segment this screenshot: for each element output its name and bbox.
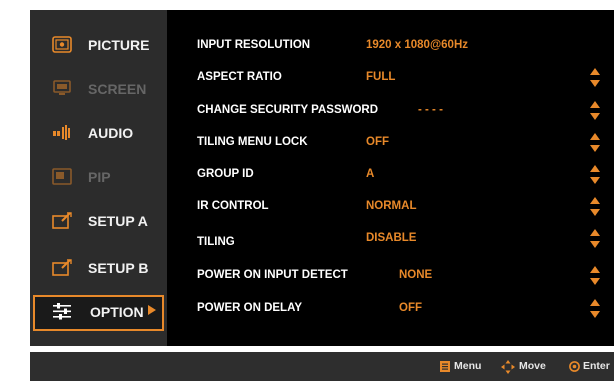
setting-label: TILING [197,236,235,248]
setting-row-tiling[interactable]: TILING DISABLE [167,224,614,252]
enter-icon [569,361,580,372]
setting-label: INPUT RESOLUTION [197,39,311,51]
sidebar-item-label: AUDIO [88,125,134,141]
sidebar-item-label: OPTION [90,304,144,320]
setting-row-input-resolution: INPUT RESOLUTION 1920 x 1080@60Hz [167,31,614,59]
sidebar-item-setup-b[interactable]: SETUP B [33,251,164,285]
setting-row-ir-control[interactable]: IR CONTROL NORMAL [167,192,614,220]
setting-value: 1920 x 1080@60Hz [366,39,469,51]
menu-hint-label: Menu [454,360,482,372]
sidebar-item-audio[interactable]: AUDIO [33,116,164,150]
menu-icon [440,361,450,372]
up-down-arrows-icon[interactable] [590,197,600,216]
setting-row-power-on-delay[interactable]: POWER ON DELAY OFF [167,294,614,322]
option-settings-panel: INPUT RESOLUTION 1920 x 1080@60Hz ASPECT… [167,10,614,346]
sidebar-item-picture[interactable]: PICTURE [33,28,164,62]
setting-value: A [366,168,375,180]
setting-value: DISABLE [366,232,417,244]
sidebar-item-label: SCREEN [88,81,147,97]
up-down-arrows-icon[interactable] [590,266,600,285]
setting-row-power-on-input-detect[interactable]: POWER ON INPUT DETECT NONE [167,261,614,289]
setting-value: OFF [366,136,389,148]
picture-icon [52,36,72,53]
move-hint-label: Move [519,360,546,372]
up-down-arrows-icon[interactable] [590,68,600,87]
sidebar-item-screen[interactable]: SCREEN [33,72,164,106]
sidebar-item-setup-a[interactable]: SETUP A [33,204,164,238]
setting-label: IR CONTROL [197,200,269,212]
setting-row-tiling-menu-lock[interactable]: TILING MENU LOCK OFF [167,128,614,156]
sidebar-item-label: PIP [88,169,111,185]
screen-icon [53,80,71,95]
osd-menu: PICTURE SCREEN AUDIO PIP SETUP A SETUP B… [30,10,614,346]
setting-value: NONE [399,269,433,281]
up-down-arrows-icon[interactable] [590,133,600,152]
sidebar-item-label: SETUP A [88,213,148,229]
up-down-arrows-icon[interactable] [590,165,600,184]
up-down-arrows-icon[interactable] [590,299,600,318]
setting-label: CHANGE SECURITY PASSWORD [197,104,379,116]
setting-value: NORMAL [366,200,417,212]
option-icon [53,303,71,320]
setting-value: FULL [366,71,396,83]
enter-hint-label: Enter [583,360,610,372]
footer-hint-bar: Menu Move Enter [30,352,614,381]
sidebar-item-option[interactable]: OPTION [33,295,164,331]
setup-icon [52,212,72,229]
setting-row-group-id[interactable]: GROUP ID A [167,160,614,188]
setting-value: OFF [399,302,422,314]
up-down-arrows-icon[interactable] [590,101,600,120]
pip-icon [52,168,72,185]
sidebar-item-pip[interactable]: PIP [33,160,164,194]
sidebar-item-label: SETUP B [88,260,149,276]
setting-label: POWER ON DELAY [197,302,303,314]
sidebar: PICTURE SCREEN AUDIO PIP SETUP A SETUP B… [30,10,167,346]
setup-icon [52,259,72,276]
setting-label: POWER ON INPUT DETECT [197,269,348,281]
setting-label: TILING MENU LOCK [197,136,308,148]
setting-value: - - - - [418,104,443,116]
setting-label: GROUP ID [197,168,254,180]
sidebar-item-label: PICTURE [88,37,150,53]
audio-icon [53,125,70,140]
up-down-arrows-icon[interactable] [590,229,600,248]
move-icon [501,360,515,374]
setting-label: ASPECT RATIO [197,71,282,83]
setting-row-change-security-password[interactable]: CHANGE SECURITY PASSWORD - - - - [167,96,614,124]
setting-row-aspect-ratio[interactable]: ASPECT RATIO FULL [167,63,614,91]
selected-arrow-icon [148,305,156,315]
